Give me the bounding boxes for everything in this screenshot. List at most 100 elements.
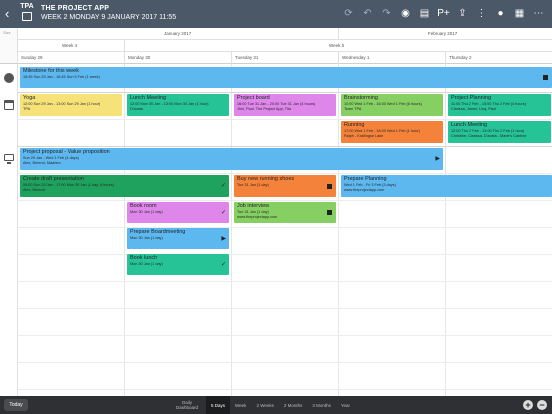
month-label: February 2017	[428, 31, 458, 36]
task-title: Project Planning	[451, 95, 492, 101]
tab-2-weeks[interactable]: 2 Weeks	[251, 396, 278, 414]
task-people: www.theprojectapp.com	[237, 215, 278, 219]
task-project-board[interactable]: Project board 16:00 Tue 31 Jan - 20:00 T…	[234, 94, 336, 116]
play-icon[interactable]: ▶	[435, 156, 440, 162]
row-divider	[18, 92, 552, 93]
task-title: Milestone for this week	[23, 68, 79, 74]
logo-icon	[22, 12, 32, 21]
task-title: Prepare Boardmeeting	[130, 229, 186, 235]
checkmark-icon[interactable]: ✓	[221, 262, 226, 268]
task-title: Running	[344, 122, 365, 128]
today-button[interactable]: Today	[4, 399, 28, 411]
share-icon[interactable]: ⇪	[453, 6, 472, 22]
toolbar: ⟳ ↶ ↷ ◉ ▤ P+ ⇪ ⋮ ● ▦ ⋯	[339, 6, 548, 22]
task-title: Prepare Planning	[344, 176, 387, 182]
task-book-lunch[interactable]: Book lunch Mon 30 Jan (1 day) ✓	[127, 254, 229, 275]
filter-icon[interactable]: ⋮	[472, 6, 491, 22]
task-milestone[interactable]: Milestone for this week 16:45 Sun 29 Jan…	[20, 67, 552, 88]
row-line	[18, 362, 552, 363]
row-icon-column	[0, 64, 18, 396]
add-project-icon[interactable]: P+	[434, 6, 453, 22]
task-people: Christine, Clarissa, D'aosta - Marie's C…	[451, 134, 527, 138]
day-column-line	[231, 64, 232, 396]
task-title: Book room	[130, 203, 157, 209]
task-project-planning[interactable]: Project Planning 11:00 Thu 2 Feb - 15:00…	[448, 94, 551, 116]
stop-icon[interactable]	[327, 210, 332, 215]
tab-3-months[interactable]: 3 Months	[307, 396, 336, 414]
zoom-in-button[interactable]: +	[523, 400, 533, 410]
milestone-icon[interactable]	[4, 73, 14, 83]
task-project-proposal[interactable]: Project proposal - Value proposition Sun…	[20, 148, 443, 170]
task-title: Create draft presentation	[23, 176, 84, 182]
day-divider	[124, 52, 125, 64]
checkmark-icon[interactable]: ✓	[221, 183, 226, 189]
task-people: D'aosta	[130, 107, 143, 111]
task-yoga[interactable]: Yoga 12:00 Sun 29 Jan - 13:00 Sun 29 Jan…	[20, 94, 122, 116]
week-label: Week 4	[62, 43, 78, 48]
row-line	[18, 227, 552, 228]
task-title: Project proposal - Value proposition	[23, 149, 110, 155]
calendar-grid[interactable]: Milestone for this week 16:45 Sun 29 Jan…	[18, 64, 552, 396]
task-book-room[interactable]: Book room Mon 30 Jan (1 day) ✓	[127, 202, 229, 223]
day-column-line	[338, 64, 339, 396]
task-people: TPA	[23, 107, 31, 111]
tab-week[interactable]: Week	[230, 396, 251, 414]
play-icon[interactable]: ▶	[221, 236, 226, 242]
size-label: Size	[3, 30, 11, 35]
checkmark-icon[interactable]: ✓	[221, 210, 226, 216]
day-divider	[231, 52, 232, 64]
day-divider	[445, 52, 446, 64]
row-divider	[18, 146, 552, 147]
row-line	[18, 308, 552, 309]
print-icon[interactable]: ▤	[415, 6, 434, 22]
day-column-line	[124, 64, 125, 396]
task-lunch-meeting[interactable]: Lunch Meeting 12:00 Mon 30 Jan - 13:00 M…	[127, 94, 229, 116]
task-title: Buy new running shoes	[237, 176, 295, 182]
month-divider	[338, 28, 339, 40]
task-job-interview[interactable]: Job interview Tue 31 Jan (1 day) www.the…	[234, 202, 336, 223]
task-dates: 16:45 Sun 29 Jan - 16:45 Sun 5 Feb (1 we…	[23, 75, 100, 79]
calendar-icon[interactable]	[4, 100, 14, 110]
task-create-draft-presentation[interactable]: Create draft presentation 09:00 Sun 29 J…	[20, 175, 229, 197]
task-people: Alex, Berend	[23, 188, 45, 192]
stop-icon[interactable]	[327, 183, 332, 189]
task-prepare-boardmeeting[interactable]: Prepare Boardmeeting Mon 30 Jan (1 day) …	[127, 228, 229, 249]
task-brainstorming[interactable]: Brainstorming 10:00 Wed 1 Feb - 16:00 We…	[341, 94, 443, 116]
refresh-icon[interactable]: ⟳	[339, 6, 358, 22]
task-title: Lunch Meeting	[130, 95, 167, 101]
task-buy-running-shoes[interactable]: Buy new running shoes Tue 31 Jan (1 day)	[234, 175, 336, 197]
task-people: Ralph - Krallingse Lake	[344, 134, 384, 138]
project-icon[interactable]	[4, 154, 14, 164]
task-lunch-meeting-2[interactable]: Lunch Meeting 12:00 Thu 2 Feb - 13:00 Th…	[448, 121, 551, 143]
eye-icon[interactable]: ◉	[396, 6, 415, 22]
task-prepare-planning[interactable]: Prepare Planning Wed 1 Feb - Fri 3 Feb (…	[341, 175, 552, 197]
task-people: Clarissa, Jamel, Linq, Paul	[451, 107, 496, 111]
more-icon[interactable]: ⋯	[529, 6, 548, 22]
tab-year[interactable]: Year	[336, 396, 355, 414]
tab-5-days[interactable]: 5 Days	[206, 396, 231, 414]
task-people: Alex, Berend, Maarten	[23, 161, 61, 165]
task-title: Lunch Meeting	[451, 122, 488, 128]
task-running[interactable]: Running 17:00 Wed 1 Feb - 18:00 Wed 1 Fe…	[341, 121, 443, 143]
zoom-out-button[interactable]: −	[537, 400, 547, 410]
app-title: THE PROJECT APP	[41, 5, 110, 12]
row-line	[18, 335, 552, 336]
task-title: Project board	[237, 95, 270, 101]
tab-daily-dashboard[interactable]: Daily Dashboard	[168, 396, 206, 414]
undo-icon[interactable]: ↶	[358, 6, 377, 22]
record-icon[interactable]: ●	[491, 6, 510, 22]
back-button[interactable]: ‹	[5, 7, 9, 21]
grid-icon[interactable]: ▦	[510, 6, 529, 22]
row-line	[18, 254, 552, 255]
app-subtitle: WEEK 2 MONDAY 9 JANUARY 2017 11:55	[41, 14, 177, 21]
day-divider	[338, 52, 339, 64]
view-tabs: Daily Dashboard 5 Days Week 2 Weeks 2 Mo…	[168, 396, 355, 414]
week-label: Week 5	[329, 43, 345, 48]
tab-2-months[interactable]: 2 Months	[279, 396, 308, 414]
redo-icon[interactable]: ↷	[377, 6, 396, 22]
week-row: Week 4 Week 5	[18, 40, 552, 52]
stop-icon[interactable]	[543, 75, 548, 80]
row-line	[18, 119, 552, 120]
day-label: Sunday 29	[21, 55, 43, 60]
logo-text: TPA	[20, 3, 34, 10]
